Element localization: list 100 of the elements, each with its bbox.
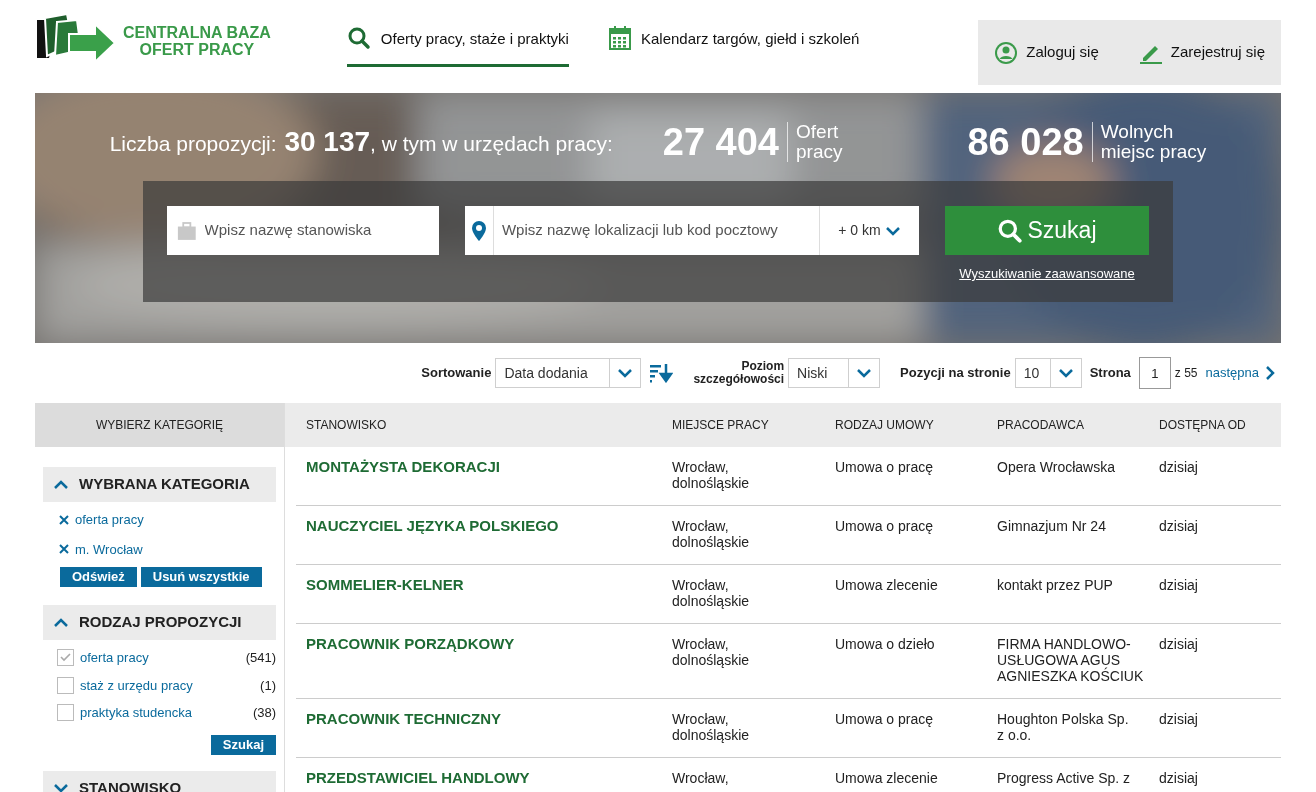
filter-option-label[interactable]: praktyka studencka (80, 703, 247, 723)
stat-label: Wolnych (1100, 122, 1175, 142)
logo-text: CENTRALNA BAZA (123, 24, 271, 41)
table-cell-text: USŁUGOWA AGUS (997, 652, 1121, 668)
column-header: MIEJSCE PRACY (672, 417, 770, 434)
table-cell-text: dzisiaj (1159, 518, 1199, 534)
dropdown[interactable]: Niski (788, 358, 881, 388)
column-header: RODZAJ UMOWY (835, 417, 935, 434)
table-cell-text: dzisiaj (1159, 711, 1199, 727)
table-cell-text: dolnośląskie (672, 727, 751, 743)
position-field[interactable]: Wpisz nazwę stanowiska (204, 219, 429, 242)
category-header: WYBIERZ KATEGORIĘ (35, 403, 284, 447)
stat-label: pracy (796, 142, 843, 162)
table-cell-text: dzisiaj (1159, 459, 1199, 475)
advanced-search-link[interactable]: Wyszukiwanie zaawansowane (959, 264, 1135, 284)
detail-level-label: szczegółowości (693, 373, 785, 386)
job-title-link[interactable]: PRACOWNIK PORZĄDKOWY (296, 636, 672, 652)
next-page-link[interactable]: następna (1205, 363, 1275, 383)
user-icon (994, 40, 1019, 65)
stat-label: Ofert (796, 122, 840, 142)
page-label: Strona (1089, 364, 1131, 383)
location-field[interactable]: Wpisz nazwę lokalizacji lub kod pocztowy (464, 206, 819, 255)
table-cell-text: Umowa o pracę (835, 518, 935, 534)
table-cell-text: dzisiaj (1159, 770, 1199, 786)
checkmark-icon (60, 653, 71, 663)
search-icon (997, 217, 1024, 244)
stat-value: 27 404 (662, 123, 779, 161)
table-cell-text: Houghton Polska Sp. (997, 711, 1130, 727)
nav-tab[interactable]: Kalendarz targów, giełd i szkoleń (608, 26, 860, 67)
job-title-link[interactable]: SOMMELIER-KELNER (296, 577, 672, 593)
stat-label: miejsc pracy (1100, 142, 1207, 162)
account-link[interactable]: Zaloguj się (994, 40, 1099, 65)
chevron-down-icon (1057, 368, 1074, 378)
stat-value: 86 028 (967, 123, 1084, 161)
job-title-link[interactable]: MONTAŻYSTA DEKORACJI (296, 459, 672, 475)
table-cell-text: dolnośląskie (672, 534, 751, 550)
table-cell-text: Umowa o pracę (835, 711, 935, 727)
filter-search-button[interactable]: Szukaj (210, 734, 276, 755)
table-cell-text: FIRMA HANDLOWO- (997, 636, 1132, 652)
dropdown[interactable]: Data dodania (495, 358, 642, 388)
offer-count: Liczba propozycji: 30 137, w tym w urzędach pracy: (109, 125, 613, 159)
table-cell-text: Wrocław, (672, 459, 730, 475)
detail-level-label: Poziom (741, 360, 785, 373)
checkbox[interactable] (57, 676, 74, 694)
job-title-link[interactable]: PRZEDSTAWICIEL HANDLOWY (296, 770, 672, 786)
nav-tab[interactable]: Oferty pracy, staże i praktyki (346, 26, 569, 67)
location-field[interactable]: Wpisz nazwę lokalizacji lub kod pocztowy (493, 219, 819, 242)
chevron-down-icon (856, 368, 873, 378)
chevron-down-icon (53, 783, 69, 792)
filter-option-count: (1) (260, 676, 276, 695)
table-cell-text: Umowa o dzieło (835, 636, 936, 652)
table-cell-text: Wrocław, (672, 636, 730, 652)
filter-button[interactable]: Odśwież (60, 567, 137, 587)
chevron-right-icon (1265, 365, 1275, 381)
table-cell-text: Umowa zlecenie (835, 770, 939, 786)
table-cell-text: dolnośląskie (672, 593, 751, 609)
table-cell-text: dolnośląskie (672, 475, 751, 491)
chevron-down-icon (617, 368, 634, 378)
per-page-label: Pozycji na stronie (900, 364, 1011, 383)
filter-button[interactable]: Usuń wszystkie (140, 567, 262, 587)
close-icon (59, 514, 69, 525)
table-cell-text: Wrocław, (672, 577, 730, 593)
chevron-up-icon (53, 617, 69, 628)
position-field[interactable]: Wpisz nazwę stanowiska (167, 206, 439, 255)
checkbox[interactable] (57, 649, 74, 667)
table-cell-text: Opera Wrocławska (997, 459, 1116, 475)
selected-filter-chip[interactable]: m. Wrocław (59, 539, 276, 559)
filter-option-count: (541) (245, 649, 276, 667)
filter-section-header[interactable]: RODZAJ PROPOZYCJI (43, 605, 276, 640)
table-cell-text: dzisiaj (1159, 636, 1199, 652)
filter-section-header[interactable]: WYBRANA KATEGORIA (43, 467, 276, 502)
column-header: STANOWISKO (305, 417, 388, 434)
close-icon (59, 544, 69, 555)
table-cell-text: kontakt przez PUP (997, 577, 1114, 593)
table-cell-text: Gimnazjum Nr 24 (997, 518, 1107, 534)
table-cell-text: Progress Active Sp. z (997, 770, 1132, 786)
page-number-field[interactable]: 1 (1138, 357, 1171, 389)
radius-dropdown[interactable]: + 0 km (819, 206, 919, 255)
filter-option-label[interactable]: oferta pracy (80, 648, 240, 668)
selected-filter-chip[interactable]: oferta pracy (59, 510, 276, 530)
table-cell-text: Wrocław, (672, 770, 730, 786)
filter-option-label[interactable]: staż z urzędu pracy (80, 675, 255, 695)
filter-section-header[interactable]: STANOWISKO (43, 770, 276, 792)
page-total: z 55 (1174, 365, 1198, 382)
logo-text: OFERT PRACY (139, 41, 255, 58)
location-pin-icon (470, 219, 487, 242)
table-cell-text: AGNIESZKA KOŚCIUK (997, 668, 1145, 684)
search-button[interactable]: Szukaj (945, 206, 1149, 255)
checkbox[interactable] (57, 704, 74, 722)
job-title-link[interactable]: PRACOWNIK TECHNICZNY (296, 711, 672, 727)
table-cell-text: Umowa zlecenie (835, 577, 939, 593)
search-icon (346, 26, 371, 50)
account-link[interactable]: Zarejestruj się (1138, 40, 1265, 65)
chevron-up-icon (53, 479, 69, 490)
job-title-link[interactable]: NAUCZYCIEL JĘZYKA POLSKIEGO (296, 518, 672, 534)
table-cell-text: dzisiaj (1159, 577, 1199, 593)
table-cell-text: Umowa o pracę (835, 459, 935, 475)
filter-option-count: (38) (252, 704, 276, 722)
dropdown[interactable]: 10 (1014, 358, 1082, 388)
sort-descending-icon[interactable] (649, 363, 674, 383)
